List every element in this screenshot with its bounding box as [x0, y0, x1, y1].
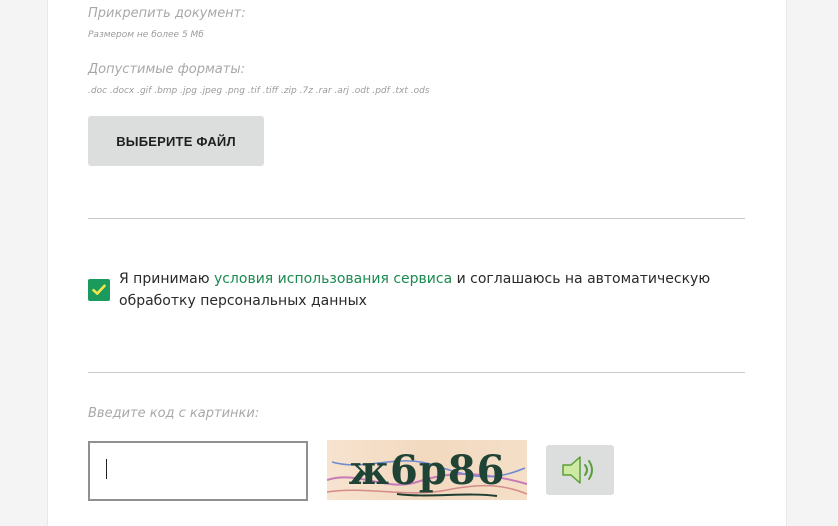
captcha-audio-button[interactable]	[546, 445, 614, 495]
divider	[88, 372, 745, 373]
captcha-image: ж6р86	[327, 440, 527, 500]
terms-of-service-link[interactable]: условия использования сервиса	[214, 271, 452, 287]
captcha-text: ж6р86	[349, 447, 506, 494]
consent-text-before: Я принимаю	[119, 271, 214, 287]
captcha-input[interactable]	[88, 441, 308, 501]
text-caret	[106, 459, 107, 479]
checkmark-icon	[92, 284, 106, 295]
consent-checkbox[interactable]	[88, 279, 110, 301]
attach-document-label: Прикрепить документ:	[88, 6, 246, 21]
choose-file-button[interactable]: ВЫБЕРИТЕ ФАЙЛ	[88, 116, 264, 166]
allowed-formats-list: .doc .docx .gif .bmp .jpg .jpeg .png .ti…	[88, 86, 430, 96]
speaker-icon	[562, 456, 593, 484]
allowed-formats-label: Допустимые форматы:	[88, 62, 245, 77]
captcha-label: Введите код с картинки:	[88, 406, 260, 421]
divider	[88, 218, 745, 219]
attach-size-note: Размером не более 5 Мб	[88, 30, 204, 40]
consent-text: Я принимаю условия использования сервиса…	[119, 268, 729, 312]
